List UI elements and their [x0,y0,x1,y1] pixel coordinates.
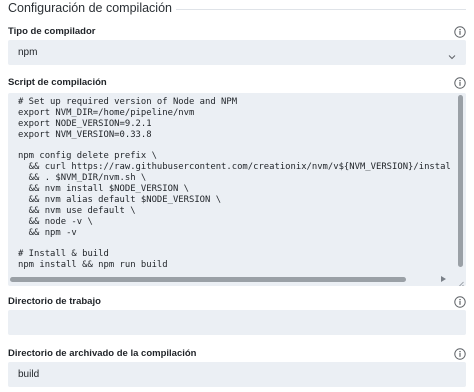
archive-directory-label: Directorio de archivado de la compilació… [8,348,197,359]
section-divider [158,9,466,10]
archive-directory-value: build [18,369,40,380]
code-line: export NODE_VERSION=9.2.1 [18,118,152,129]
code-line: export NVM_DIR=/home/pipeline/nvm [18,107,195,118]
code-line: && nvm use default \ [18,205,136,216]
section-title: Configuración de compilación [8,1,176,15]
code-line: && curl https://raw.githubusercontent.co… [28,162,450,173]
code-line: npm install && npm run build [18,260,168,271]
horizontal-scrollbar[interactable] [10,276,454,283]
horizontal-scrollbar-thumb[interactable] [10,277,406,282]
compiler-type-value: npm [18,47,38,58]
info-icon[interactable] [454,348,466,360]
code-line: # Install & build [18,249,109,260]
info-icon[interactable] [454,26,466,38]
build-script-label: Script de compilación [8,77,107,88]
code-line: && nvm install $NODE_VERSION \ [18,184,189,195]
code-line: export NVM_VERSION=0.33.8 [18,129,152,140]
code-line: && . $NVM_DIR/nvm.sh \ [18,173,147,184]
vertical-scrollbar[interactable] [457,95,464,273]
code-line: && node -v \ [18,216,93,227]
compiler-type-label: Tipo de compilador [8,26,96,37]
vertical-scrollbar-thumb[interactable] [458,95,463,267]
archive-directory-input[interactable]: build [8,362,466,387]
info-icon[interactable] [454,296,466,308]
code-line: && npm -v [18,227,77,238]
code-line: # Set up required version of Node and NP… [18,97,238,107]
scroll-right-arrow-icon[interactable] [441,276,446,282]
working-directory-label: Directorio de trabajo [8,296,101,307]
section-header: Configuración de compilación [8,0,466,18]
working-directory-input[interactable] [8,310,466,335]
build-script-textarea[interactable]: # Set up required version of Node and NP… [8,93,466,286]
info-icon[interactable] [454,77,466,89]
build-script-code: # Set up required version of Node and NP… [18,97,450,273]
compiler-type-select[interactable]: npm [8,40,466,65]
code-line: && nvm alias default $NODE_VERSION \ [18,195,222,206]
resize-grip-icon[interactable] [456,276,464,286]
code-line: npm config delete prefix \ [18,151,157,162]
chevron-down-icon [448,48,456,60]
